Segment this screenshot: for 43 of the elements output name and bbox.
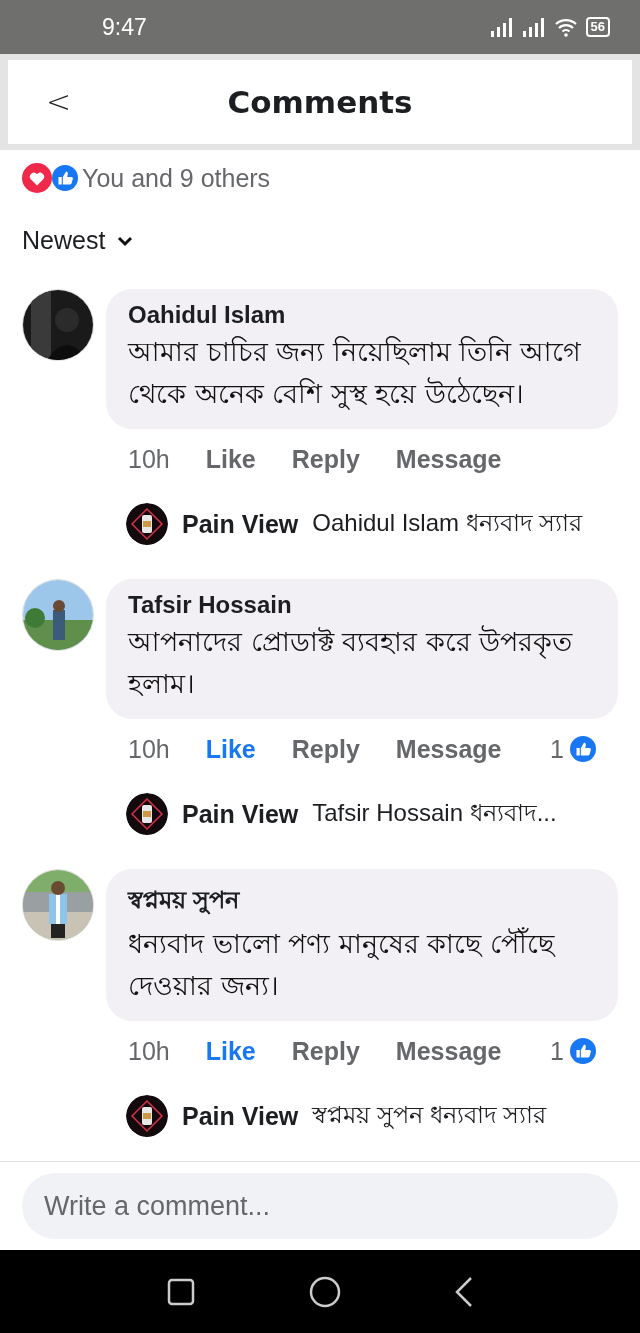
like-count: 1	[550, 734, 564, 764]
sort-dropdown[interactable]: Newest	[22, 226, 134, 255]
reply-preview-text[interactable]: Tafsir Hossain ধন্যবাদ...	[312, 794, 557, 834]
like-count: 1	[550, 1036, 564, 1066]
back-button[interactable]: <	[46, 84, 72, 120]
back-icon[interactable]	[454, 1275, 474, 1308]
home-icon[interactable]	[308, 1274, 342, 1309]
thumbs-up-icon	[570, 1038, 596, 1064]
signal-icon	[521, 17, 546, 37]
message-button[interactable]: Message	[395, 734, 502, 764]
reply-preview-text[interactable]: স্বপ্নময় সুপন ধন্যবাদ স্যার	[312, 1096, 547, 1136]
signal-icon	[489, 17, 514, 37]
page-name[interactable]: Pain View	[182, 509, 299, 539]
battery-level: 56	[585, 17, 610, 37]
comment-text: আপনাদের প্রোডাক্ট ব্যবহার করে উপরকৃত হলাম।	[128, 624, 574, 701]
message-button[interactable]: Message	[395, 1036, 502, 1066]
wifi-icon	[553, 17, 578, 37]
comment-time: 10h	[128, 1036, 170, 1066]
comment-time: 10h	[128, 444, 170, 474]
reply-button[interactable]: Reply	[291, 1036, 360, 1066]
page-name[interactable]: Pain View	[182, 799, 299, 829]
commenter-name[interactable]: স্বপ্নময় সুপন	[128, 881, 596, 921]
like-button[interactable]: Like	[205, 734, 256, 764]
reply-preview-text[interactable]: Oahidul Islam ধন্যবাদ স্যার	[312, 504, 583, 544]
reply-button[interactable]: Reply	[291, 734, 360, 764]
chevron-down-icon	[117, 234, 134, 247]
status-time: 9:47	[102, 13, 148, 41]
comment-text: ধন্যবাদ ভালো পণ্য মানুষের কাছে পৌঁছে দেওয়ার জন্য।	[128, 926, 557, 1003]
thumbs-up-icon	[52, 165, 78, 191]
thumbs-up-icon	[570, 736, 596, 762]
like-button[interactable]: Like	[205, 1036, 256, 1066]
message-button[interactable]: Message	[395, 444, 502, 474]
reactions-summary[interactable]: You and 9 others	[82, 163, 271, 193]
recent-apps-icon[interactable]	[166, 1276, 196, 1307]
commenter-name[interactable]: Tafsir Hossain	[128, 591, 596, 619]
comment-input[interactable]: Write a comment...	[22, 1173, 618, 1239]
page-name[interactable]: Pain View	[182, 1101, 299, 1131]
like-button[interactable]: Like	[205, 444, 256, 474]
page-title: Comments	[227, 84, 413, 120]
reply-button[interactable]: Reply	[291, 444, 360, 474]
comment-text: আমার চাচির জন্য নিয়েছিলাম তিনি আগে থেকে অনেক বেশি সুস্থ হয়ে উঠেছেন।	[128, 335, 582, 412]
commenter-name[interactable]: Oahidul Islam	[128, 301, 596, 329]
comment-time: 10h	[128, 734, 170, 764]
